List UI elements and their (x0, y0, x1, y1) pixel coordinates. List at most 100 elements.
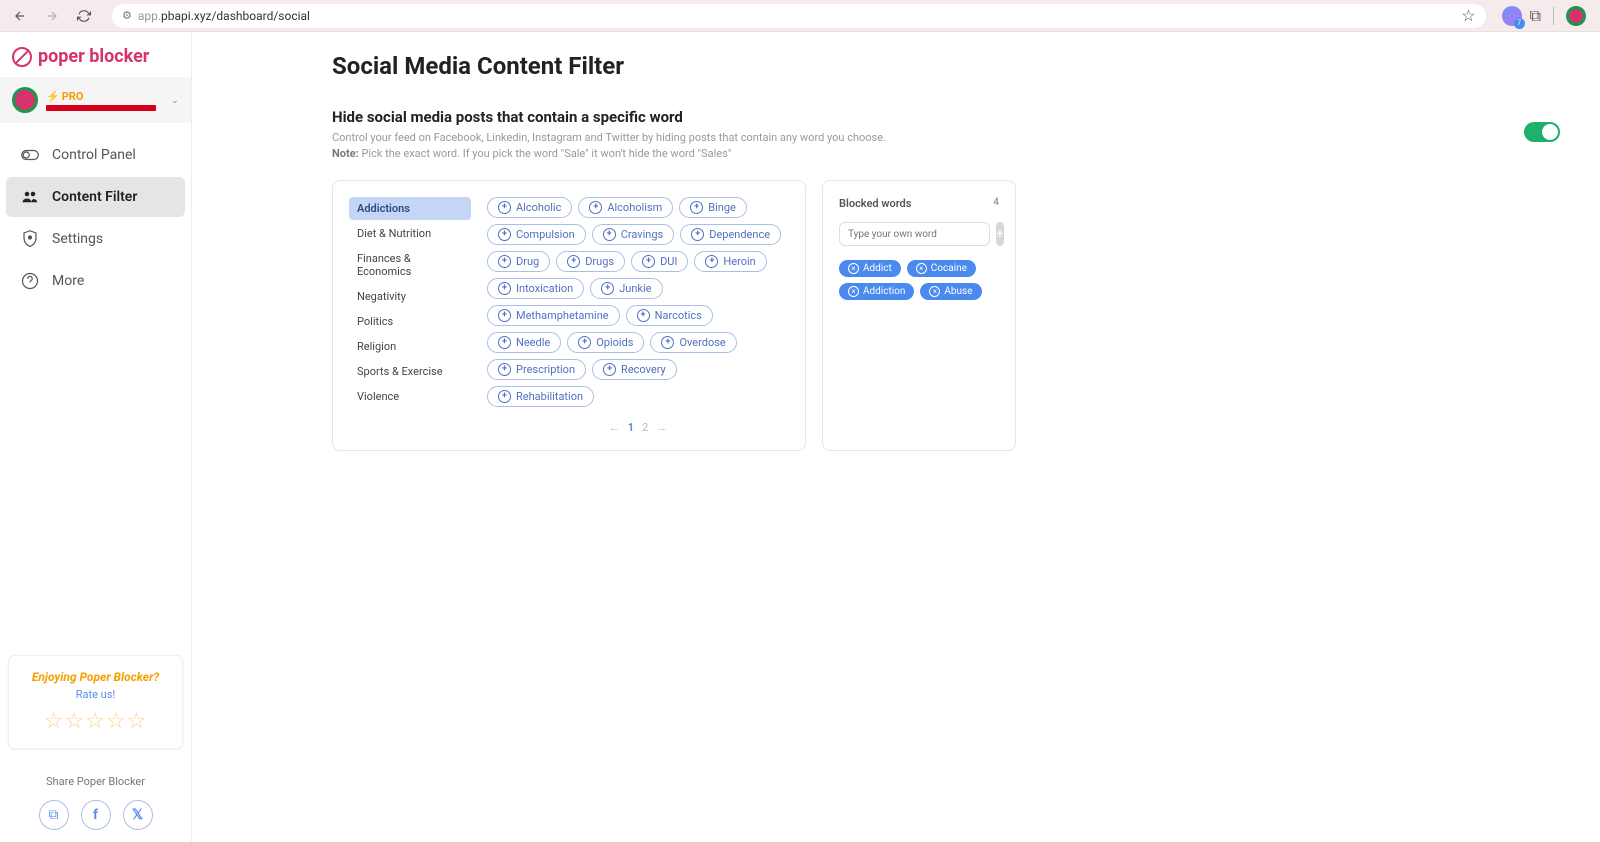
profile-avatar-icon[interactable] (1566, 6, 1586, 26)
url-bar[interactable]: ⚙ app. pbapi.xyz/dashboard/social ☆ (112, 4, 1486, 28)
plus-icon: + (637, 309, 650, 322)
plus-icon: + (603, 363, 616, 376)
nav-content-filter[interactable]: Content Filter (6, 177, 185, 217)
blocked-chip[interactable]: ×Abuse (920, 283, 981, 300)
rating-box: Enjoying Poper Blocker? Rate us! ☆☆☆☆☆ (8, 655, 183, 749)
word-chip[interactable]: + Heroin (694, 251, 766, 272)
x-share-button[interactable]: 𝕏 (123, 800, 153, 830)
page-2[interactable]: 2 (642, 421, 648, 434)
plus-icon: + (705, 255, 718, 268)
bookmark-star-icon[interactable]: ☆ (1461, 6, 1475, 25)
copy-link-button[interactable]: ⧉ (39, 800, 69, 830)
word-chip[interactable]: +Junkie (590, 278, 662, 299)
word-chip[interactable]: +Overdose (650, 332, 736, 353)
chip-label: Binge (708, 201, 736, 214)
logo[interactable]: poper blocker (0, 32, 191, 77)
nav-list: Control Panel Content Filter Settings Mo… (0, 123, 191, 313)
page-next-button[interactable]: → (656, 421, 667, 434)
extensions-icon[interactable]: ⧉ (1530, 6, 1541, 26)
forward-button[interactable] (40, 4, 64, 28)
word-chip[interactable]: +Dependence (680, 224, 781, 245)
blocked-word-input[interactable] (839, 222, 990, 246)
sidebar: poper blocker ⚡PRO ⌄ Control Panel C (0, 32, 192, 842)
remove-icon: × (848, 263, 859, 274)
facebook-share-button[interactable]: f (81, 800, 111, 830)
page-prev-button[interactable]: ← (609, 421, 620, 434)
page-current[interactable]: 1 (628, 421, 634, 434)
plus-icon: + (578, 336, 591, 349)
hide-heading: Hide social media posts that contain a s… (332, 108, 1404, 126)
plus-icon: + (589, 201, 602, 214)
word-chip[interactable]: + Intoxication (487, 278, 584, 299)
word-chip[interactable]: +Methamphetamine (487, 305, 620, 326)
word-chip[interactable]: +Binge (679, 197, 747, 218)
word-chip[interactable]: +Alcoholism (578, 197, 673, 218)
category-item[interactable]: Negativity (349, 285, 471, 308)
word-chip[interactable]: +Narcotics (626, 305, 713, 326)
bchip-label: Cocaine (931, 263, 967, 274)
word-chip[interactable]: +Opioids (567, 332, 644, 353)
logo-icon (12, 47, 32, 67)
word-chip[interactable]: +Drug (487, 251, 550, 272)
shield-icon (20, 229, 40, 249)
nav-control-panel[interactable]: Control Panel (6, 135, 185, 175)
plus-icon: + (498, 336, 511, 349)
plus-icon: + (498, 390, 511, 403)
bchip-label: Addiction (863, 286, 905, 297)
blocked-chip[interactable]: ×Cocaine (907, 260, 976, 277)
account-box[interactable]: ⚡PRO ⌄ (0, 77, 191, 123)
category-item[interactable]: Religion (349, 335, 471, 358)
chip-label: Heroin (723, 255, 755, 268)
main-content: Social Media Content Filter Hide social … (192, 32, 1600, 842)
chip-label: Prescription (516, 363, 575, 376)
word-chip[interactable]: + Prescription (487, 359, 586, 380)
url-text: pbapi.xyz/dashboard/social (161, 9, 310, 23)
nav-settings[interactable]: Settings (6, 219, 185, 259)
back-button[interactable] (8, 4, 32, 28)
word-chip[interactable]: +Cravings (592, 224, 675, 245)
blocked-chip[interactable]: ×Addict (839, 260, 901, 277)
enable-toggle[interactable] (1524, 122, 1560, 142)
people-icon (20, 187, 40, 207)
toggle-icon (20, 145, 40, 165)
chip-label: Intoxication (516, 282, 573, 295)
word-chip[interactable]: +DUI (631, 251, 688, 272)
plus-icon: + (498, 309, 511, 322)
chip-label: Drug (516, 255, 539, 268)
chrome-divider (1553, 7, 1554, 25)
category-item[interactable]: Sports & Exercise (349, 360, 471, 383)
chip-label: Drugs (585, 255, 614, 268)
category-item[interactable]: Diet & Nutrition (349, 222, 471, 245)
share-icons: ⧉ f 𝕏 (0, 788, 191, 842)
blocked-panel: Blocked words 4 + ×Addict×Cocaine×Addict… (822, 180, 1016, 451)
word-chip[interactable]: +Compulsion (487, 224, 586, 245)
category-item[interactable]: Addictions (349, 197, 471, 220)
bchip-label: Abuse (944, 286, 972, 297)
word-chips-area: +Alcoholic+Alcoholism+Binge+Compulsion+C… (487, 197, 789, 407)
plus-icon: + (567, 255, 580, 268)
word-chip[interactable]: +Alcoholic (487, 197, 572, 218)
category-item[interactable]: Finances & Economics (349, 247, 471, 283)
category-item[interactable]: Violence (349, 385, 471, 408)
nav-more[interactable]: More (6, 261, 185, 301)
add-word-button[interactable]: + (996, 222, 1004, 246)
rating-stars[interactable]: ☆☆☆☆☆ (19, 709, 172, 734)
word-chip[interactable]: +Rehabilitation (487, 386, 594, 407)
extension-icon[interactable]: 7 (1502, 6, 1522, 26)
remove-icon: × (848, 286, 859, 297)
chip-label: Alcoholic (516, 201, 561, 214)
chip-label: Dependence (709, 228, 770, 241)
rating-sub[interactable]: Rate us! (19, 688, 172, 701)
blocked-chip[interactable]: × Addiction (839, 283, 914, 300)
word-chip[interactable]: +Needle (487, 332, 561, 353)
plus-icon: + (498, 282, 511, 295)
plus-icon: + (603, 228, 616, 241)
category-item[interactable]: Politics (349, 310, 471, 333)
word-chip[interactable]: +Recovery (592, 359, 677, 380)
plan-badge: ⚡PRO (46, 90, 156, 103)
reload-button[interactable] (72, 4, 96, 28)
plus-icon: + (661, 336, 674, 349)
pagination: ← 1 2 → (487, 421, 789, 434)
plus-icon: + (498, 363, 511, 376)
word-chip[interactable]: + Drugs (556, 251, 625, 272)
